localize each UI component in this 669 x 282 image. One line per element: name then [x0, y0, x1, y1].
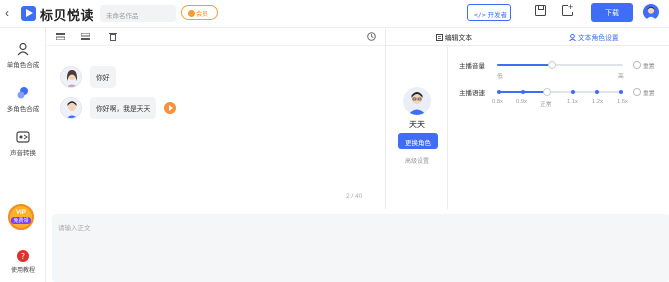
sidebar-item-single-role[interactable]: 单角色合成 [0, 42, 46, 69]
volume-slider-handle[interactable] [548, 61, 557, 69]
app-window: { "header": { "back_icon": "chevron-left… [0, 0, 669, 282]
vip-free-label: 免费领 [11, 217, 31, 224]
speed-tick[interactable]: 0.9x [516, 99, 527, 105]
user-icon [569, 33, 576, 42]
text-input-placeholder: 请输入正文 [58, 225, 91, 232]
tab-role-setting[interactable]: 文本角色设置 [569, 32, 619, 42]
speed-tick[interactable]: 1.2x [592, 99, 603, 105]
speed-tick[interactable]: 1.1x [567, 99, 578, 105]
help-label: 使用教程 [10, 268, 35, 274]
speed-label: 主播语速 [459, 90, 485, 97]
help-icon: ? [17, 250, 29, 262]
panel-tabs: 编辑文本 文本角色设置 [386, 29, 669, 46]
volume-slider-fill [497, 64, 553, 66]
avatar[interactable] [60, 66, 82, 88]
speed-tick[interactable]: 正常 [540, 99, 552, 108]
role-name: 天天 [409, 120, 425, 129]
app-logo-icon [21, 6, 36, 21]
developer-label: 开发者 [487, 12, 508, 19]
volume-slider[interactable] [497, 61, 623, 69]
speed-tick-dot [595, 90, 599, 94]
volume-high-label: 高 [618, 74, 624, 80]
text-input-area[interactable]: 请输入正文 [52, 214, 669, 282]
insert-below-icon[interactable] [81, 33, 90, 40]
speed-reset-button[interactable]: 重置 [633, 88, 655, 97]
clock-icon[interactable] [367, 32, 376, 41]
dialogue-list: 你好 你好啊，我是天天 [47, 46, 385, 206]
speed-slider[interactable] [497, 88, 623, 96]
volume-reset-button[interactable]: 重置 [633, 61, 655, 70]
speed-slider-handle[interactable] [543, 88, 551, 96]
single-role-icon [17, 42, 29, 56]
help-tutorial-button[interactable]: ? 使用教程 [0, 250, 46, 274]
role-avatar [403, 87, 431, 115]
left-sidebar: 单角色合成 多角色合成 声音转换 VIP 免费领 ? 使用教程 [0, 28, 46, 282]
sidebar-item-label: 单角色合成 [6, 62, 40, 69]
vip-badge[interactable]: VIP 免费领 [8, 204, 34, 230]
volume-low-label: 低 [497, 74, 503, 80]
save-icon[interactable] [535, 5, 546, 16]
sidebar-item-label: 多角色合成 [6, 106, 40, 113]
user-avatar[interactable] [643, 4, 659, 20]
list-item[interactable]: 你好啊，我是天天 [90, 97, 157, 119]
download-button[interactable]: 下载 [591, 3, 633, 22]
avatar[interactable] [60, 97, 82, 119]
app-title: 标贝悦读 [40, 8, 95, 23]
document-icon [436, 34, 443, 41]
chevron-left-icon[interactable]: ‹ [5, 6, 9, 20]
speed-tick[interactable]: 0.8x [492, 99, 503, 105]
role-settings-panel: 编辑文本 文本角色设置 天天 更换角色 高级设置 主播音量 低 高 重置 主播语… [385, 29, 669, 209]
speed-tick-dot [497, 90, 501, 94]
sidebar-item-multi-role[interactable]: 多角色合成 [0, 86, 46, 113]
voice-convert-icon [16, 131, 30, 143]
add-file-icon[interactable] [562, 3, 574, 16]
member-label: 会员 [196, 12, 209, 18]
volume-label: 主播音量 [459, 63, 485, 70]
editor-toolbar [47, 29, 385, 46]
tab-edit-text[interactable]: 编辑文本 [436, 32, 472, 42]
change-role-button[interactable]: 更换角色 [398, 133, 438, 149]
speed-tick-dot [521, 90, 525, 94]
speed-tick-dot [571, 90, 575, 94]
sidebar-item-voice-convert[interactable]: 声音转换 [0, 130, 46, 157]
tab-role-setting-label: 文本角色设置 [577, 35, 619, 42]
play-icon[interactable] [164, 102, 176, 114]
advanced-settings-link[interactable]: 高级设置 [386, 156, 448, 165]
sentence-count: 2 / 40 [346, 193, 363, 200]
role-column: 天天 更换角色 高级设置 [386, 47, 448, 209]
vip-badge-text: VIP [16, 210, 26, 216]
code-icon: </> [474, 11, 486, 19]
sidebar-item-label: 声音转换 [10, 150, 36, 157]
member-button[interactable]: 会员 [181, 5, 218, 20]
insert-above-icon[interactable] [56, 33, 65, 40]
crown-icon [188, 10, 195, 17]
list-item[interactable]: 你好 [90, 66, 116, 88]
top-bar: ‹ 标贝悦读 未命名作品 会员 </> 开发者 下载 [0, 0, 669, 28]
svg-text:?: ? [21, 252, 25, 261]
developer-button[interactable]: </> 开发者 [467, 4, 511, 21]
delete-icon[interactable] [109, 32, 117, 41]
speed-tick[interactable]: 1.5x [617, 99, 628, 105]
work-name-input[interactable]: 未命名作品 [100, 5, 176, 22]
speed-tick-dot [619, 90, 623, 94]
multi-role-icon [17, 87, 28, 99]
tab-edit-text-label: 编辑文本 [444, 35, 473, 42]
